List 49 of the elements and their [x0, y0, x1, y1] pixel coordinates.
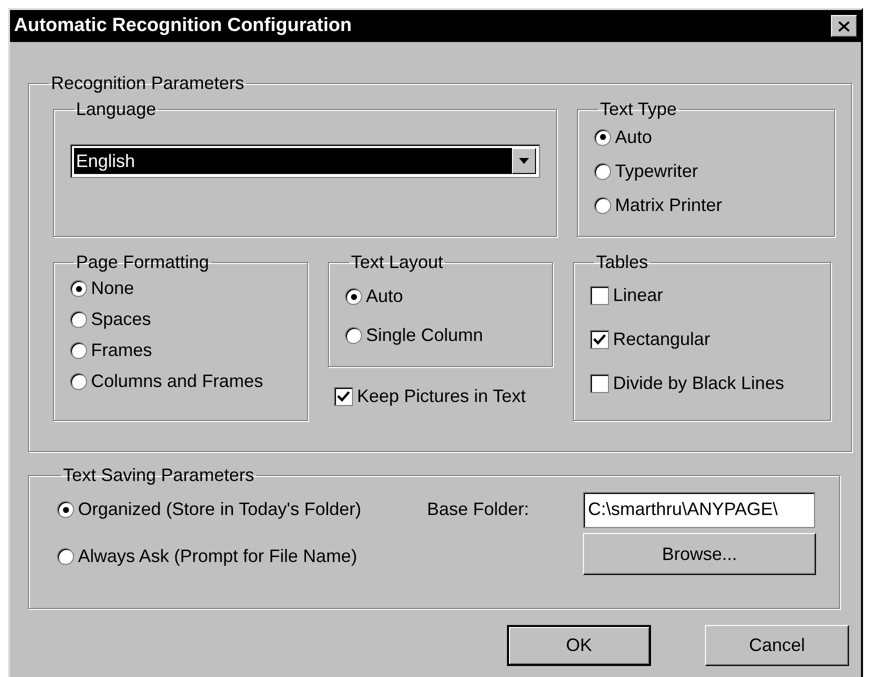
- radio-button[interactable]: [70, 280, 87, 297]
- radio-button[interactable]: [70, 373, 87, 390]
- check-icon: [593, 334, 606, 344]
- radio-label: Spaces: [91, 308, 152, 331]
- checkbox[interactable]: [590, 374, 609, 392]
- dialog-button[interactable]: Cancel: [705, 625, 849, 666]
- radio-button[interactable]: [594, 196, 611, 214]
- radio-label: Matrix Printer: [615, 194, 722, 216]
- checkbox-label: Rectangular: [613, 328, 710, 351]
- radio-label: Single Column: [366, 324, 484, 347]
- base-folder-field[interactable]: C:\smarthru\ANYPAGE\: [583, 492, 815, 528]
- group-title: Text Layout: [350, 251, 444, 273]
- radio-button[interactable]: [70, 342, 87, 359]
- checkbox[interactable]: [334, 386, 353, 406]
- group-title: Text Type: [599, 98, 678, 120]
- dialog-button[interactable]: Browse...: [583, 533, 816, 575]
- radio-label: Frames: [91, 339, 152, 362]
- radio-button[interactable]: [57, 501, 74, 518]
- radio-label: Auto: [366, 285, 404, 308]
- field-label: Base Folder:: [427, 498, 530, 521]
- radio-label: Organized (Store in Today's Folder): [78, 498, 362, 521]
- radio-button[interactable]: [70, 311, 87, 328]
- close-icon: [838, 20, 850, 32]
- checkbox-label: Keep Pictures in Text: [357, 384, 526, 408]
- group-title: Page Formatting: [75, 251, 210, 273]
- radio-button[interactable]: [594, 128, 611, 146]
- check-icon: [337, 390, 350, 402]
- radio-button[interactable]: [345, 327, 362, 344]
- radio-label: Typewriter: [615, 160, 698, 183]
- dropdown-value: English: [74, 148, 512, 174]
- checkbox-label: Divide by Black Lines: [613, 372, 784, 395]
- close-button[interactable]: [831, 15, 857, 37]
- checkbox[interactable]: [590, 330, 609, 348]
- radio-label: Always Ask (Prompt for File Name): [78, 545, 358, 568]
- language-dropdown[interactable]: English: [70, 144, 540, 178]
- group-title: Tables: [595, 251, 650, 273]
- radio-button[interactable]: [57, 548, 74, 565]
- dialog-button[interactable]: OK: [507, 625, 651, 666]
- radio-button[interactable]: [594, 162, 611, 180]
- radio-label: None: [91, 277, 134, 300]
- radio-label: Columns and Frames: [91, 370, 264, 393]
- checkbox-label: Linear: [613, 284, 664, 306]
- window-title: Automatic Recognition Configuration: [14, 14, 352, 38]
- group-title: Recognition Parameters: [50, 72, 246, 94]
- radio-label: Auto: [615, 126, 652, 148]
- group-title: Text Saving Parameters: [62, 464, 256, 486]
- group-title: Language: [75, 98, 158, 120]
- checkbox[interactable]: [590, 286, 609, 304]
- radio-button[interactable]: [345, 288, 362, 305]
